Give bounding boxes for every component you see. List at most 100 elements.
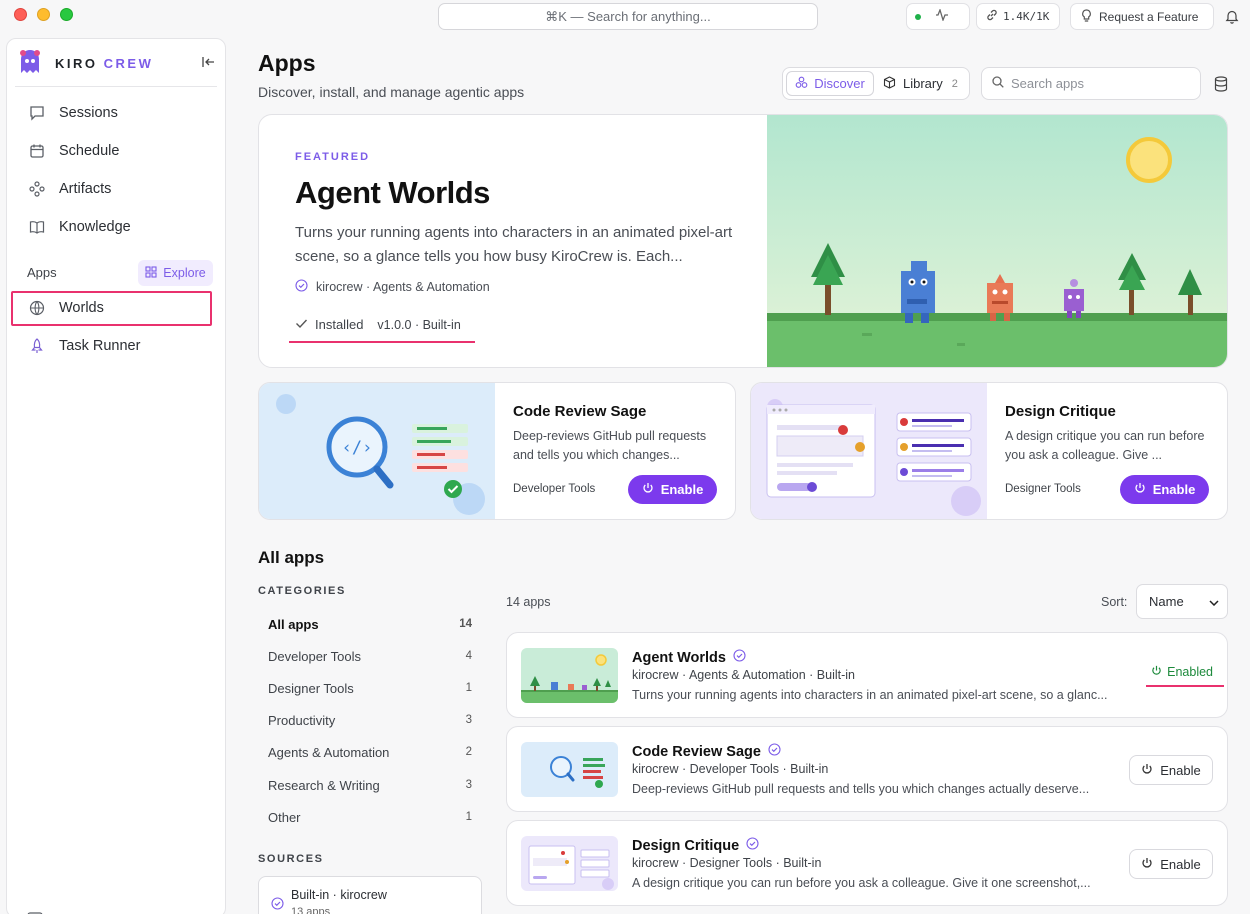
- sidebar: KIRO CREW Sessions Schedule Artifacts Kn…: [6, 38, 226, 914]
- sidebar-item-knowledge[interactable]: Knowledge: [13, 210, 217, 244]
- source-item[interactable]: Built-in · kirocrew 13 apps: [258, 876, 482, 914]
- enable-button[interactable]: Enable: [1129, 849, 1213, 879]
- sidebar-item-worlds[interactable]: Worlds: [13, 291, 217, 325]
- enable-button[interactable]: Enable: [1120, 475, 1209, 504]
- app-meta: kirocrew · Agents & Automation · Built-i…: [632, 668, 856, 682]
- tab-discover[interactable]: Discover: [786, 71, 874, 96]
- verified-icon: [271, 897, 284, 913]
- sidebar-item-sessions[interactable]: Sessions: [13, 96, 217, 130]
- sidebar-item-label: Worlds: [59, 300, 104, 316]
- database-icon[interactable]: [1214, 76, 1228, 95]
- sort-value: Name: [1149, 594, 1184, 609]
- status-pill[interactable]: [906, 3, 970, 30]
- app-row-agent-worlds[interactable]: Agent Worlds kirocrew · Agents & Automat…: [506, 632, 1228, 718]
- globe-icon: [27, 300, 47, 316]
- category-label: Developer Tools: [268, 648, 361, 664]
- sidebar-item-task-runner[interactable]: Task Runner: [13, 329, 217, 363]
- apps-count: 14 apps: [506, 595, 551, 609]
- sort-select[interactable]: Name: [1136, 584, 1228, 619]
- app-card-design-critique[interactable]: Design Critique A design critique you ca…: [750, 382, 1228, 520]
- collapse-sidebar-icon[interactable]: [202, 55, 215, 71]
- featured-card[interactable]: FEATURED Agent Worlds Turns your running…: [258, 114, 1228, 368]
- explore-button[interactable]: Explore: [138, 260, 213, 286]
- enable-label: Enable: [1160, 762, 1201, 778]
- sidebar-item-artifacts[interactable]: Artifacts: [13, 172, 217, 206]
- power-icon: [1141, 857, 1153, 872]
- source-label: Built-in · kirocrew: [291, 888, 387, 902]
- zoom-window-button[interactable]: [60, 8, 73, 21]
- check-icon: [295, 317, 308, 332]
- enabled-status[interactable]: Enabled: [1151, 665, 1213, 679]
- artifacts-icon: [27, 181, 47, 197]
- view-toggle: Discover Library 2: [782, 67, 970, 100]
- mascot-logo-icon: [15, 47, 45, 80]
- app-description: Deep-reviews GitHub pull requests and te…: [632, 782, 1090, 796]
- tab-library[interactable]: Library 2: [883, 71, 958, 96]
- brand-name-part1: KIRO: [55, 56, 98, 71]
- enable-button[interactable]: Enable: [1129, 755, 1213, 785]
- activity-icon: [935, 8, 949, 24]
- rocket-icon: [27, 338, 47, 354]
- app-name: Design Critique: [632, 837, 740, 854]
- book-icon: [27, 219, 47, 235]
- agent-worlds-thumbnail: [521, 648, 618, 703]
- search-apps-input[interactable]: Search apps: [981, 67, 1201, 100]
- category-research-writing[interactable]: Research & Writing 3: [258, 771, 482, 799]
- minimize-window-button[interactable]: [37, 8, 50, 21]
- sort-label: Sort:: [1101, 595, 1128, 609]
- category-count: 3: [465, 714, 472, 726]
- usage-count: 1.4K/1K: [1003, 10, 1050, 23]
- category-count: 2: [465, 746, 472, 758]
- category-agents-automation[interactable]: Agents & Automation 2: [258, 738, 482, 766]
- enabled-label: Enabled: [1167, 665, 1213, 679]
- request-feature-button[interactable]: Request a Feature: [1070, 3, 1214, 30]
- category-label: All apps: [268, 616, 319, 632]
- apps-section-label: Apps: [27, 265, 57, 280]
- sidebar-item-label: Knowledge: [59, 219, 131, 235]
- brand-logo[interactable]: KIRO CREW: [15, 47, 153, 80]
- power-icon: [1151, 665, 1162, 679]
- featured-meta: kirocrew · Agents & Automation: [316, 280, 490, 294]
- lightbulb-icon: [1081, 8, 1092, 25]
- category-developer-tools[interactable]: Developer Tools 4: [258, 642, 482, 670]
- bell-icon[interactable]: [1225, 9, 1239, 27]
- app-description: A design critique you can run before you…: [632, 876, 1091, 890]
- sidebar-divider: [15, 86, 217, 87]
- sidebar-item-label: Task Runner: [59, 338, 141, 354]
- category-designer-tools[interactable]: Designer Tools 1: [258, 674, 482, 702]
- app-row-design-critique[interactable]: Design Critique kirocrew · Designer Tool…: [506, 820, 1228, 906]
- featured-illustration: [767, 115, 1227, 367]
- app-meta: kirocrew · Developer Tools · Built-in: [632, 762, 829, 776]
- featured-title: Agent Worlds: [295, 175, 490, 210]
- card-title: Design Critique: [1005, 403, 1116, 420]
- verified-icon: [733, 649, 746, 666]
- sources-heading: SOURCES: [258, 853, 324, 865]
- sidebar-item-label: Schedule: [59, 143, 120, 159]
- sidebar-item-schedule[interactable]: Schedule: [13, 134, 217, 168]
- category-productivity[interactable]: Productivity 3: [258, 706, 482, 734]
- category-all-apps[interactable]: All apps 14: [258, 610, 482, 638]
- close-window-button[interactable]: [14, 8, 27, 21]
- category-label: Agents & Automation: [268, 744, 390, 760]
- category-label: Research & Writing: [268, 777, 380, 793]
- page-subtitle: Discover, install, and manage agentic ap…: [258, 84, 525, 100]
- app-card-code-review[interactable]: ‹/› Code Review Sage Deep-reviews GitHub…: [258, 382, 736, 520]
- source-count: 13 apps: [291, 906, 331, 914]
- design-critique-thumbnail: [521, 836, 618, 891]
- usage-pill[interactable]: 1.4K/1K: [976, 3, 1060, 30]
- app-description: Turns your running agents into character…: [632, 688, 1108, 702]
- tab-library-label: Library: [903, 76, 943, 91]
- sidebar-bottom-icon[interactable]: [27, 909, 43, 914]
- brand-name-part2: CREW: [103, 56, 154, 71]
- category-other[interactable]: Other 1: [258, 803, 482, 831]
- sidebar-item-label: Artifacts: [59, 181, 112, 197]
- category-label: Designer Tools: [268, 680, 354, 696]
- enable-button[interactable]: Enable: [628, 475, 717, 504]
- command-search[interactable]: ⌘K — Search for anything...: [438, 3, 818, 30]
- card-description: Deep-reviews GitHub pull requests and te…: [513, 429, 707, 462]
- categories-heading: CATEGORIES: [258, 585, 346, 597]
- power-icon: [642, 482, 654, 497]
- card-category: Designer Tools: [1005, 483, 1081, 495]
- design-critique-illustration: [751, 383, 987, 519]
- app-row-code-review-sage[interactable]: Code Review Sage kirocrew · Developer To…: [506, 726, 1228, 812]
